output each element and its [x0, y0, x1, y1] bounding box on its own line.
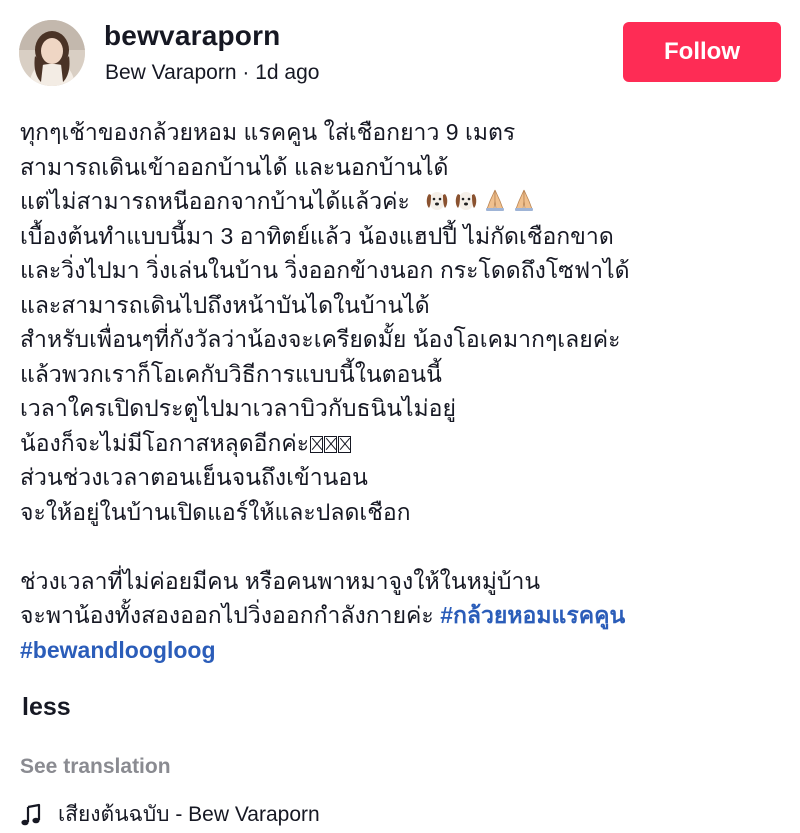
separator: · — [236, 61, 256, 84]
caption-line: น้องก็จะไม่มีโอกาสหลุดอีกค่ะ — [20, 426, 780, 461]
see-translation-link[interactable]: See translation — [20, 755, 171, 779]
caption-line: ทุกๆเช้าของกล้วยหอม แรคคูน ใส่เชือกยาว 9… — [20, 119, 516, 145]
caption-line: สามารถเดินเข้าออกบ้านได้ และนอกบ้านได้ — [20, 153, 449, 180]
missing-glyph-icon — [310, 435, 324, 453]
original-sound-link[interactable]: เสียงต้นฉบับ - Bew Varaporn — [20, 798, 320, 831]
post-time: 1d ago — [255, 61, 320, 84]
caption-line: เบื้องต้นทำแบบนี้มา 3 อาทิตย์แล้ว น้องแฮ… — [20, 222, 614, 249]
missing-glyph-icon — [324, 435, 338, 453]
caption-line: ส่วนช่วงเวลาตอนเย็นจนถึงเข้านอน — [20, 464, 368, 490]
username[interactable]: bewvaraporn — [104, 20, 280, 52]
caption-line: #bewandloogloog — [20, 633, 780, 668]
follow-button[interactable]: Follow — [623, 22, 781, 82]
post-header: bewvaraporn Bew Varaporn · 1d ago Follow — [0, 0, 800, 100]
avatar[interactable] — [19, 20, 85, 86]
display-name[interactable]: Bew Varaporn — [105, 61, 237, 84]
hashtag-link[interactable]: #bewandloogloog — [20, 637, 216, 663]
hashtag-link[interactable]: #กล้วยหอมแรคคูน — [440, 602, 625, 628]
caption-line: แต่ไม่สามารถหนีออกจากบ้านได้แล้วค่ะ — [20, 184, 780, 219]
show-less-button[interactable]: less — [22, 693, 71, 722]
avatar-photo-icon — [19, 20, 85, 86]
folded-hands-icon — [486, 189, 505, 211]
missing-glyph-icon — [338, 435, 352, 453]
caption-line: และวิ่งไปมา วิ่งเล่นในบ้าน วิ่งออกข้างนอ… — [20, 257, 630, 283]
post-caption: ทุกๆเช้าของกล้วยหอม แรคคูน ใส่เชือกยาว 9… — [20, 115, 780, 667]
caption-text: แต่ไม่สามารถหนีออกจากบ้านได้แล้วค่ะ — [20, 188, 410, 214]
dog-face-icon — [456, 192, 477, 210]
caption-line: แล้วพวกเราก็โอเคกับวิธีการแบบนี้ในตอนนี้ — [20, 360, 442, 387]
caption-line: สำหรับเพื่อนๆที่กังวัลว่าน้องจะเครียดมั้… — [20, 326, 621, 352]
caption-text: จะพาน้องทั้งสองออกไปวิ่งออกกำลังกายค่ะ — [20, 602, 441, 628]
folded-hands-icon — [515, 189, 534, 211]
dog-face-icon — [427, 192, 448, 210]
music-label: เสียงต้นฉบับ - Bew Varaporn — [58, 803, 320, 826]
caption-text: น้องก็จะไม่มีโอกาสหลุดอีกค่ะ — [20, 429, 310, 456]
caption-line: จะให้อยู่ในบ้านเปิดแอร์ให้และปลดเชือก — [20, 498, 411, 525]
caption-line: จะพาน้องทั้งสองออกไปวิ่งออกกำลังกายค่ะ #… — [20, 598, 780, 633]
caption-line: ช่วงเวลาที่ไม่ค่อยมีคน หรือคนพาหมาจูงให้… — [20, 567, 541, 594]
author-subline: Bew Varaporn · 1d ago — [105, 61, 319, 85]
music-note-icon — [21, 803, 41, 825]
caption-line: เวลาใครเปิดประตูไปมาเวลาบิวกับธนินไม่อยู… — [20, 395, 456, 421]
caption-line: และสามารถเดินไปถึงหน้าบันไดในบ้านได้ — [20, 291, 430, 318]
